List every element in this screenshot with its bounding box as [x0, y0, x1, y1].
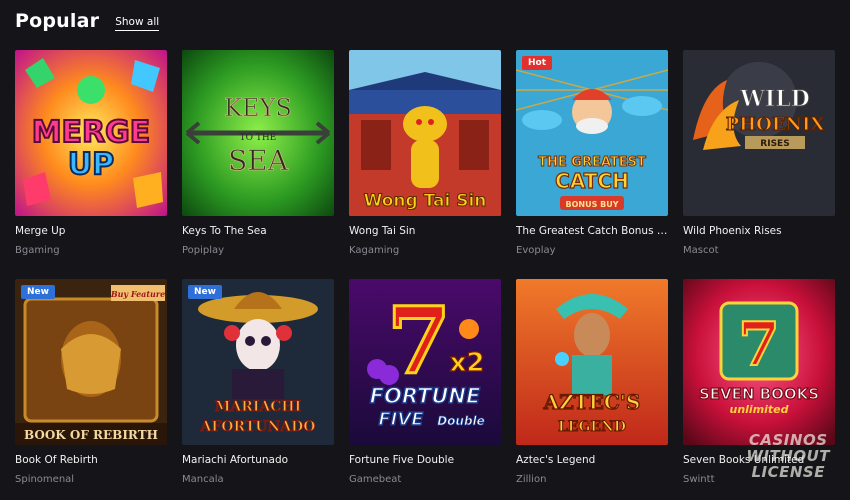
- svg-text:BOOK OF REBIRTH: BOOK OF REBIRTH: [24, 428, 158, 442]
- game-provider: Zillion: [516, 474, 547, 485]
- fortune-five-artwork: 7 x2 FORTUNE FIVE Double: [349, 279, 501, 445]
- game-card-wild-phoenix-rises[interactable]: WILD PHOENIX RISES Wild Phoenix Rises Ma…: [683, 50, 835, 279]
- svg-text:unlimited: unlimited: [729, 403, 788, 416]
- show-all-link[interactable]: Show all: [115, 16, 160, 31]
- game-thumbnail[interactable]: 7 SEVEN BOOKS unlimited: [683, 279, 835, 445]
- svg-text:UP: UP: [68, 147, 114, 182]
- wild-phoenix-artwork: WILD PHOENIX RISES: [683, 50, 835, 216]
- svg-text:KEYS: KEYS: [224, 94, 292, 122]
- game-thumbnail[interactable]: WILD PHOENIX RISES: [683, 50, 835, 216]
- svg-text:SEA: SEA: [228, 144, 289, 177]
- section-header: Popular Show all: [15, 10, 160, 32]
- game-name[interactable]: Mariachi Afortunado: [182, 454, 334, 466]
- svg-text:THE GREATEST: THE GREATEST: [538, 155, 646, 170]
- book-of-rebirth-artwork: Buy Feature BOOK OF REBIRTH: [15, 279, 167, 445]
- game-provider: Spinomenal: [15, 474, 75, 485]
- svg-text:LEGEND: LEGEND: [558, 419, 626, 435]
- game-grid: MERGE UP Merge Up Bgaming KEYS TO THE SE…: [15, 50, 835, 500]
- svg-text:FORTUNE: FORTUNE: [370, 384, 481, 408]
- game-thumbnail[interactable]: KEYS TO THE SEA: [182, 50, 334, 216]
- watermark-logo: CASINOS WITHOUT LICENSE: [746, 431, 830, 481]
- game-name[interactable]: The Greatest Catch Bonus Buy: [516, 225, 668, 237]
- game-name[interactable]: Aztec's Legend: [516, 454, 668, 466]
- svg-text:7: 7: [738, 310, 780, 380]
- game-card-merge-up[interactable]: MERGE UP Merge Up Bgaming: [15, 50, 167, 279]
- svg-text:MERGE: MERGE: [32, 115, 151, 150]
- game-name[interactable]: Book Of Rebirth: [15, 454, 167, 466]
- keys-to-the-sea-artwork: KEYS TO THE SEA: [182, 50, 334, 216]
- greatest-catch-artwork: THE GREATEST CATCH BONUS BUY: [516, 50, 668, 216]
- game-provider: Evoplay: [516, 245, 556, 256]
- game-provider: Kagaming: [349, 245, 400, 256]
- game-provider: Mancala: [182, 474, 224, 485]
- game-name[interactable]: Keys To The Sea: [182, 225, 334, 237]
- game-card-keys-to-the-sea[interactable]: KEYS TO THE SEA Keys To The Sea Popiplay: [182, 50, 334, 279]
- seven-books-artwork: 7 SEVEN BOOKS unlimited: [683, 279, 835, 445]
- svg-text:7: 7: [387, 287, 451, 395]
- game-thumbnail[interactable]: MARIACHI AFORTUNADO New: [182, 279, 334, 445]
- svg-text:FIVE: FIVE: [378, 409, 424, 430]
- game-provider: Bgaming: [15, 245, 60, 256]
- game-provider: Mascot: [683, 245, 719, 256]
- svg-text:BONUS BUY: BONUS BUY: [565, 200, 618, 209]
- game-card-mariachi-afortunado[interactable]: MARIACHI AFORTUNADO New Mariachi Afortun…: [182, 279, 334, 500]
- game-card-book-of-rebirth[interactable]: Buy Feature BOOK OF REBIRTH New Book Of …: [15, 279, 167, 500]
- game-thumbnail[interactable]: Buy Feature BOOK OF REBIRTH New: [15, 279, 167, 445]
- game-provider: Gamebeat: [349, 474, 402, 485]
- svg-text:Double: Double: [437, 414, 485, 428]
- game-thumbnail[interactable]: THE GREATEST CATCH BONUS BUY Hot: [516, 50, 668, 216]
- game-thumbnail[interactable]: 7 x2 FORTUNE FIVE Double: [349, 279, 501, 445]
- game-card-wong-tai-sin[interactable]: Wong Tai Sin Wong Tai Sin Kagaming: [349, 50, 501, 279]
- hot-badge: Hot: [522, 56, 553, 70]
- svg-text:x2: x2: [450, 348, 485, 378]
- svg-text:CATCH: CATCH: [555, 169, 629, 193]
- game-card-the-greatest-catch[interactable]: THE GREATEST CATCH BONUS BUY Hot The Gre…: [516, 50, 668, 279]
- game-provider: Swintt: [683, 474, 715, 485]
- svg-text:WILD: WILD: [739, 86, 810, 112]
- new-badge: New: [21, 285, 55, 299]
- svg-text:AFORTUNADO: AFORTUNADO: [199, 419, 315, 435]
- section-title: Popular: [15, 10, 100, 32]
- new-badge: New: [188, 285, 222, 299]
- game-name[interactable]: Wong Tai Sin: [349, 225, 501, 237]
- game-name[interactable]: Merge Up: [15, 225, 167, 237]
- mariachi-artwork: MARIACHI AFORTUNADO: [182, 279, 334, 445]
- svg-text:PHOENIX: PHOENIX: [726, 114, 825, 135]
- svg-text:MARIACHI: MARIACHI: [215, 399, 301, 415]
- merge-up-artwork: MERGE UP: [15, 50, 167, 216]
- game-thumbnail[interactable]: MERGE UP: [15, 50, 167, 216]
- wong-tai-sin-artwork: Wong Tai Sin: [349, 50, 501, 216]
- svg-text:TO THE: TO THE: [240, 133, 277, 143]
- svg-text:Buy Feature: Buy Feature: [110, 289, 165, 299]
- aztecs-legend-artwork: AZTEC'S LEGEND: [516, 279, 668, 445]
- game-card-fortune-five-double[interactable]: 7 x2 FORTUNE FIVE Double Fortune Five Do…: [349, 279, 501, 500]
- game-name[interactable]: Wild Phoenix Rises: [683, 225, 835, 237]
- game-provider: Popiplay: [182, 245, 225, 256]
- svg-text:SEVEN BOOKS: SEVEN BOOKS: [699, 385, 819, 403]
- svg-text:RISES: RISES: [760, 139, 789, 149]
- svg-text:Wong Tai Sin: Wong Tai Sin: [364, 191, 487, 211]
- game-card-aztecs-legend[interactable]: AZTEC'S LEGEND Aztec's Legend Zillion: [516, 279, 668, 500]
- game-thumbnail[interactable]: Wong Tai Sin: [349, 50, 501, 216]
- svg-text:AZTEC'S: AZTEC'S: [543, 390, 641, 414]
- game-thumbnail[interactable]: AZTEC'S LEGEND: [516, 279, 668, 445]
- game-name[interactable]: Fortune Five Double: [349, 454, 501, 466]
